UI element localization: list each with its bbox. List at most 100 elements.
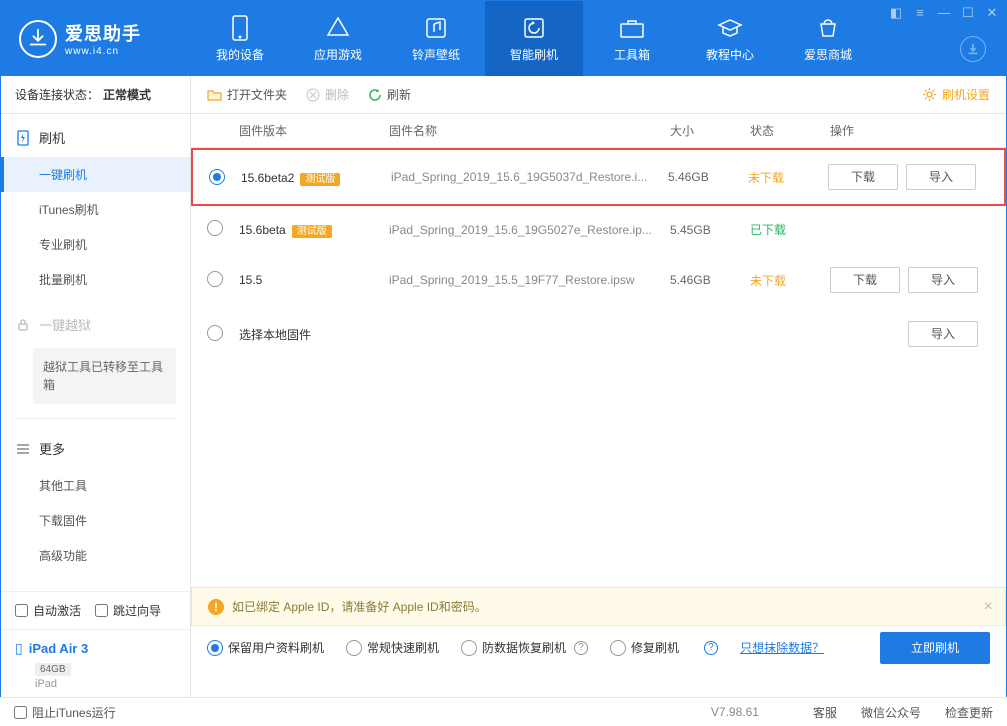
sidebar-item-download[interactable]: 下载固件 bbox=[1, 503, 190, 538]
opt-normal[interactable]: 常规快速刷机 bbox=[346, 639, 439, 656]
block-itunes-checkbox[interactable]: 阻止iTunes运行 bbox=[14, 704, 116, 721]
tab-smart-flash[interactable]: 智能刷机 bbox=[485, 1, 583, 76]
skip-guide-checkbox[interactable]: 跳过向导 bbox=[95, 602, 161, 619]
firmware-filename: iPad_Spring_2019_15.5_19F77_Restore.ipsw bbox=[389, 273, 670, 287]
col-action: 操作 bbox=[830, 122, 990, 139]
footer-support[interactable]: 客服 bbox=[813, 704, 837, 721]
import-local-button[interactable]: 导入 bbox=[908, 321, 978, 347]
firmware-row: 15.6beta测试版 iPad_Spring_2019_15.6_19G502… bbox=[191, 206, 1006, 253]
firmware-size: 5.46GB bbox=[670, 273, 750, 287]
sidebar-item-pro[interactable]: 专业刷机 bbox=[1, 227, 190, 262]
delete-icon bbox=[305, 87, 320, 102]
version-label: V7.98.61 bbox=[711, 705, 759, 719]
close-icon[interactable]: ✕ bbox=[984, 5, 1000, 21]
toolbar: 打开文件夹 删除 刷新 刷机设置 bbox=[191, 76, 1006, 114]
notice-text: 如已绑定 Apple ID，请准备好 Apple ID和密码。 bbox=[232, 598, 487, 615]
sidebar-flash-title[interactable]: 刷机 bbox=[1, 118, 190, 157]
table-header: 固件版本 固件名称 大小 状态 操作 bbox=[191, 114, 1006, 148]
row-action-button[interactable]: 导入 bbox=[908, 267, 978, 293]
app-url: www.i4.cn bbox=[65, 46, 141, 57]
col-name: 固件名称 bbox=[389, 122, 670, 139]
flash-now-button[interactable]: 立即刷机 bbox=[880, 632, 990, 664]
firmware-row: 15.5 iPad_Spring_2019_15.5_19F77_Restore… bbox=[191, 253, 1006, 307]
divider bbox=[15, 418, 176, 419]
firmware-status: 未下载 bbox=[748, 169, 828, 186]
firmware-radio[interactable] bbox=[209, 169, 225, 185]
beta-tag: 测试版 bbox=[292, 225, 332, 238]
local-firmware-row: 选择本地固件 导入 bbox=[191, 307, 1006, 361]
maximize-icon[interactable]: ☐ bbox=[960, 5, 976, 21]
radio-local[interactable] bbox=[207, 325, 223, 341]
notice-bar: ! 如已绑定 Apple ID，请准备好 Apple ID和密码。 × bbox=[191, 587, 1006, 626]
tab-ringtones[interactable]: 铃声壁纸 bbox=[387, 1, 485, 76]
logo-area: 爱思助手 www.i4.cn bbox=[1, 20, 191, 58]
help-icon[interactable]: ? bbox=[574, 641, 588, 655]
jailbreak-note: 越狱工具已转移至工具箱 bbox=[33, 348, 176, 404]
opt-anti-recovery[interactable]: 防数据恢复刷机? bbox=[461, 639, 588, 656]
firmware-version: 15.6beta bbox=[239, 223, 286, 237]
firmware-status: 已下载 bbox=[750, 221, 830, 238]
device-capacity: 64GB bbox=[35, 663, 71, 676]
download-manager-button[interactable] bbox=[960, 36, 986, 62]
firmware-size: 5.46GB bbox=[668, 170, 748, 184]
sidebar-item-advanced[interactable]: 高级功能 bbox=[1, 538, 190, 573]
flash-settings-button[interactable]: 刷机设置 bbox=[922, 86, 990, 103]
device-icon: ▯ bbox=[15, 640, 23, 657]
opt-repair[interactable]: 修复刷机 bbox=[610, 639, 679, 656]
refresh-button[interactable]: 刷新 bbox=[367, 86, 411, 103]
sidebar-item-other[interactable]: 其他工具 bbox=[1, 468, 190, 503]
auto-activate-checkbox[interactable]: 自动激活 bbox=[15, 602, 81, 619]
tab-toolbox[interactable]: 工具箱 bbox=[583, 1, 681, 76]
app-header: 爱思助手 www.i4.cn 我的设备 应用游戏 铃声壁纸 智能刷机 工具箱 教… bbox=[1, 1, 1006, 76]
menu-icon[interactable]: ≡ bbox=[912, 5, 928, 21]
firmware-filename: iPad_Spring_2019_15.6_19G5037d_Restore.i… bbox=[391, 170, 668, 184]
folder-icon bbox=[207, 87, 222, 102]
firmware-status: 未下载 bbox=[750, 272, 830, 289]
row-action-button[interactable]: 下载 bbox=[828, 164, 898, 190]
notice-close-button[interactable]: × bbox=[984, 598, 993, 616]
row-action-button[interactable]: 导入 bbox=[906, 164, 976, 190]
firmware-row: 15.6beta2测试版 iPad_Spring_2019_15.6_19G50… bbox=[191, 148, 1006, 206]
device-name: iPad Air 3 bbox=[29, 641, 88, 656]
gear-icon bbox=[922, 87, 937, 102]
sidebar-more-title[interactable]: 更多 bbox=[1, 429, 190, 468]
sidebar-item-itunes[interactable]: iTunes刷机 bbox=[1, 192, 190, 227]
main-content: 打开文件夹 删除 刷新 刷机设置 固件版本 固件名称 大小 状态 操作 15.6… bbox=[191, 76, 1006, 698]
firmware-radio[interactable] bbox=[207, 220, 223, 236]
tab-store[interactable]: 爱思商城 bbox=[779, 1, 877, 76]
lock-icon bbox=[15, 317, 31, 333]
col-size: 大小 bbox=[670, 122, 750, 139]
minimize-icon[interactable]: — bbox=[936, 5, 952, 21]
col-version: 固件版本 bbox=[239, 122, 389, 139]
sidebar: 设备连接状态： 正常模式 刷机 一键刷机 iTunes刷机 专业刷机 批量刷机 … bbox=[1, 76, 191, 698]
footer-wechat[interactable]: 微信公众号 bbox=[861, 704, 921, 721]
skin-icon[interactable]: ◧ bbox=[888, 5, 904, 21]
nav-tabs: 我的设备 应用游戏 铃声壁纸 智能刷机 工具箱 教程中心 爱思商城 bbox=[191, 1, 877, 76]
beta-tag: 测试版 bbox=[300, 173, 340, 186]
footer-update[interactable]: 检查更新 bbox=[945, 704, 993, 721]
delete-button: 删除 bbox=[305, 86, 349, 103]
flash-options-bar: 保留用户资料刷机 常规快速刷机 防数据恢复刷机? 修复刷机 ? 只想抹除数据？ … bbox=[191, 625, 1006, 669]
app-title: 爱思助手 bbox=[65, 20, 141, 46]
row-action-button[interactable]: 下载 bbox=[830, 267, 900, 293]
opt-keep-data[interactable]: 保留用户资料刷机 bbox=[207, 639, 324, 656]
sidebar-item-oneclick[interactable]: 一键刷机 bbox=[1, 157, 190, 192]
sidebar-jailbreak-title: 一键越狱 bbox=[1, 305, 190, 344]
device-panel[interactable]: ▯ iPad Air 3 64GB iPad bbox=[1, 629, 190, 698]
tab-tutorials[interactable]: 教程中心 bbox=[681, 1, 779, 76]
firmware-version: 15.5 bbox=[239, 273, 262, 287]
footer: 阻止iTunes运行 V7.98.61 客服 微信公众号 检查更新 bbox=[0, 697, 1007, 726]
connection-status: 设备连接状态： 正常模式 bbox=[1, 76, 190, 114]
tab-apps[interactable]: 应用游戏 bbox=[289, 1, 387, 76]
help-icon[interactable]: ? bbox=[704, 641, 718, 655]
col-status: 状态 bbox=[750, 122, 830, 139]
erase-only-link[interactable]: 只想抹除数据？ bbox=[740, 639, 824, 656]
refresh-icon bbox=[367, 87, 382, 102]
tab-my-device[interactable]: 我的设备 bbox=[191, 1, 289, 76]
titlebar-controls: ◧ ≡ — ☐ ✕ bbox=[888, 5, 1000, 21]
sidebar-item-batch[interactable]: 批量刷机 bbox=[1, 262, 190, 297]
flash-icon bbox=[15, 130, 31, 146]
firmware-radio[interactable] bbox=[207, 271, 223, 287]
open-folder-button[interactable]: 打开文件夹 bbox=[207, 86, 287, 103]
menu-lines-icon bbox=[15, 441, 31, 457]
